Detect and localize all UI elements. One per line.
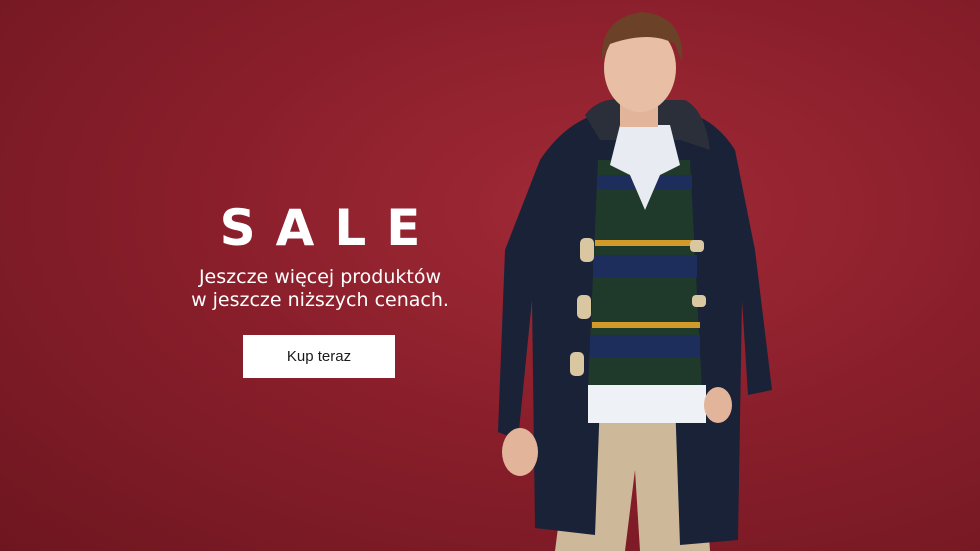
shop-now-button[interactable]: Kup teraz <box>243 335 395 378</box>
promo-subtitle-line-2: w jeszcze niższych cenach. <box>191 289 449 311</box>
sale-heading: SALE <box>219 199 441 257</box>
promo-text-block: SALE Jeszcze więcej produktów w jeszcze … <box>160 196 480 312</box>
model-image <box>498 12 772 551</box>
sale-banner[interactable]: SALE Jeszcze więcej produktów w jeszcze … <box>0 0 980 551</box>
promo-subtitle-line-1: Jeszcze więcej produktów <box>198 266 442 288</box>
promo-subtitle: Jeszcze więcej produktów w jeszcze niższ… <box>160 266 480 312</box>
